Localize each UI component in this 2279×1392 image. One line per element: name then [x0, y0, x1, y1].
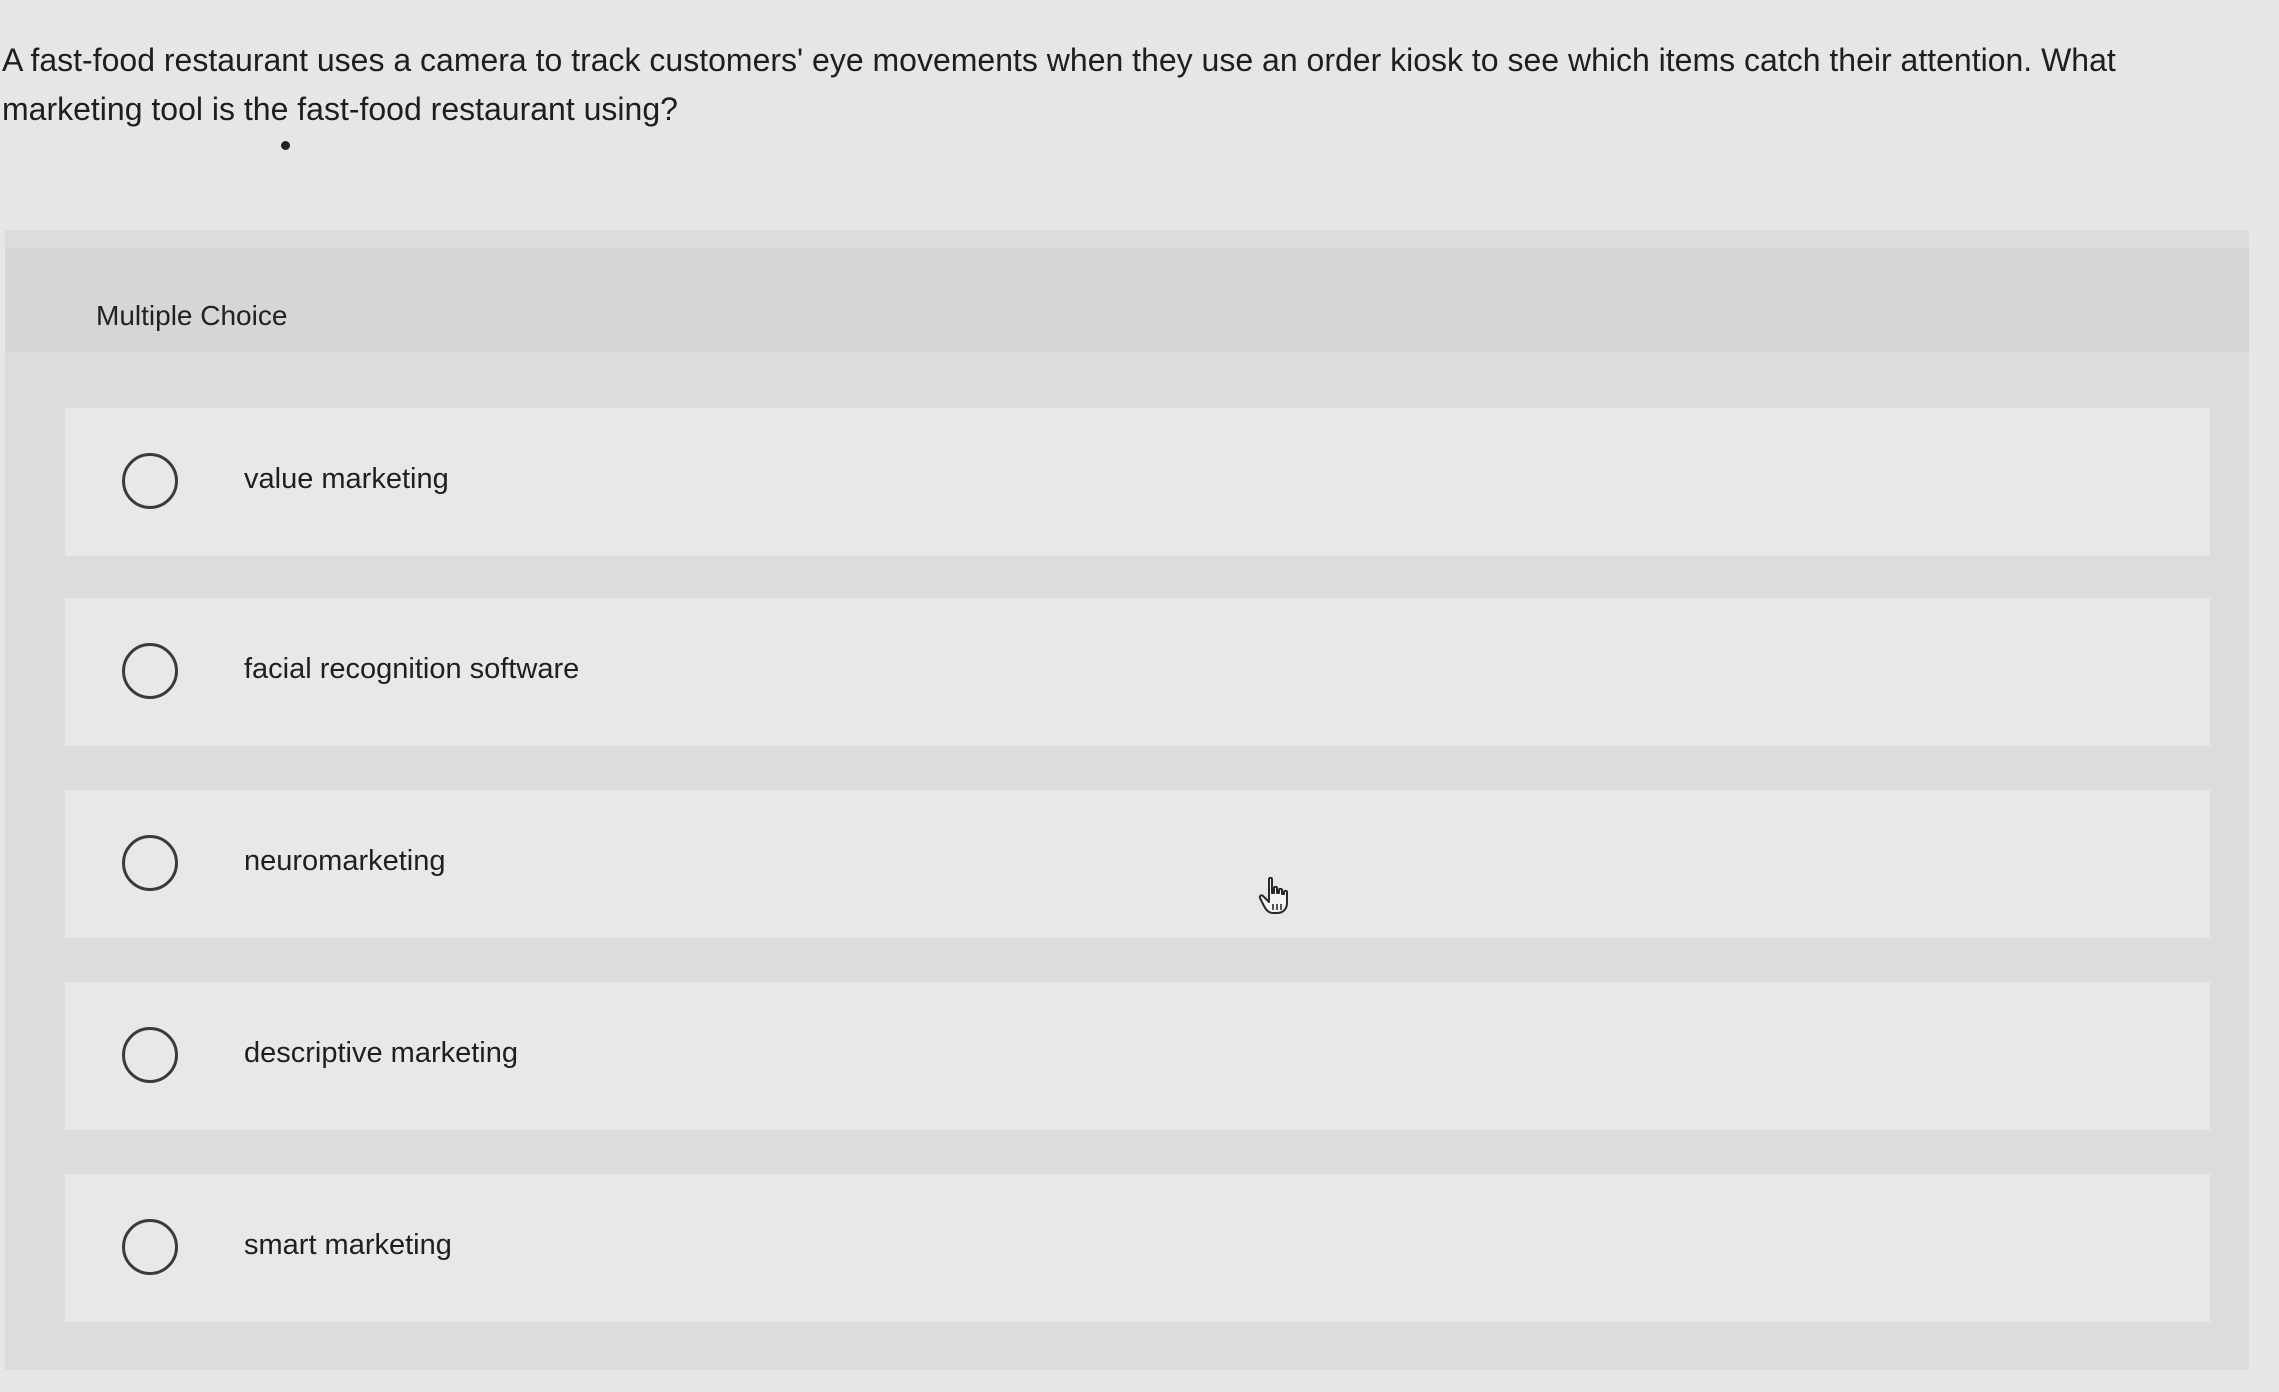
option-facial-recognition-software[interactable]: facial recognition software [65, 598, 2210, 746]
question-line-1: A fast-food restaurant uses a camera to … [2, 42, 2116, 78]
option-label: value marketing [244, 463, 449, 495]
option-label: smart marketing [244, 1229, 452, 1261]
option-label: descriptive marketing [244, 1037, 518, 1069]
radio-unchecked-icon[interactable] [122, 453, 178, 509]
option-value-marketing[interactable]: value marketing [65, 408, 2210, 556]
radio-unchecked-icon[interactable] [122, 1219, 178, 1275]
multiple-choice-header: Multiple Choice [5, 248, 2249, 352]
question-text: A fast-food restaurant uses a camera to … [2, 36, 2232, 134]
multiple-choice-panel: Multiple Choice value marketing facial r… [5, 230, 2249, 1370]
radio-unchecked-icon[interactable] [122, 835, 178, 891]
multiple-choice-label: Multiple Choice [96, 300, 288, 331]
stray-dot [281, 141, 290, 150]
option-label: facial recognition software [244, 653, 580, 685]
question-line-2: marketing tool is the fast-food restaura… [2, 91, 678, 127]
hand-pointer-icon [1258, 876, 1288, 914]
option-neuromarketing[interactable]: neuromarketing [65, 790, 2210, 938]
radio-unchecked-icon[interactable] [122, 1027, 178, 1083]
radio-unchecked-icon[interactable] [122, 643, 178, 699]
option-label: neuromarketing [244, 845, 446, 877]
option-descriptive-marketing[interactable]: descriptive marketing [65, 982, 2210, 1130]
option-smart-marketing[interactable]: smart marketing [65, 1174, 2210, 1322]
